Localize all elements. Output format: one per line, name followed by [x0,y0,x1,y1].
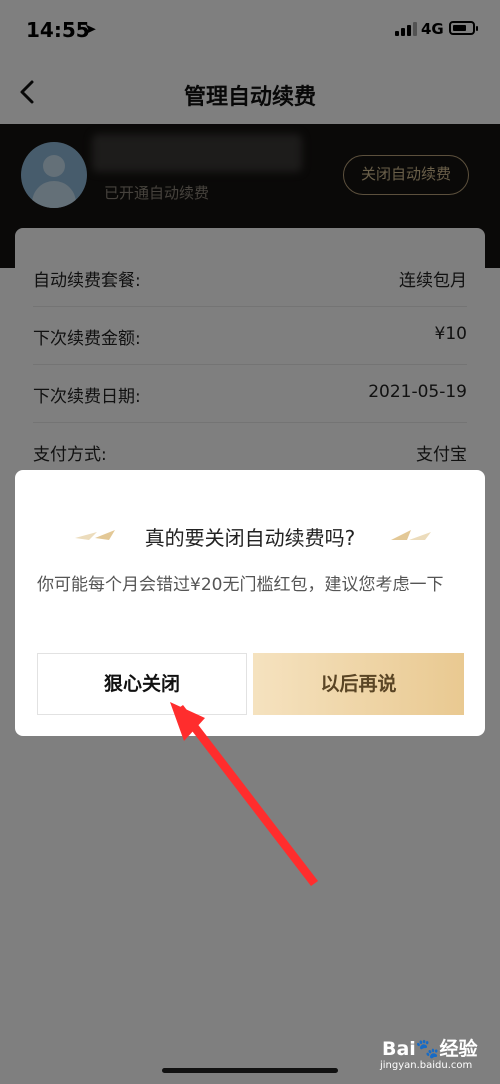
watermark-brand-cn: 经验 [439,1038,478,1060]
watermark-url: jingyan.baidu.com [380,1060,473,1071]
home-indicator [162,1068,338,1073]
cancel-later-button[interactable]: 以后再说 [253,653,464,715]
paw-icon: 🐾 [415,1038,440,1060]
confirm-close-button[interactable]: 狠心关闭 [37,653,247,715]
decoration-right-icon [391,530,431,540]
confirm-dialog: 真的要关闭自动续费吗? 你可能每个月会错过¥20无门槛红包，建议您考虑一下 狠心… [15,470,485,736]
dialog-message: 你可能每个月会错过¥20无门槛红包，建议您考虑一下 [37,575,444,595]
watermark-logo: Bai🐾经验 [382,1034,478,1061]
watermark-brand: Bai [382,1038,416,1060]
